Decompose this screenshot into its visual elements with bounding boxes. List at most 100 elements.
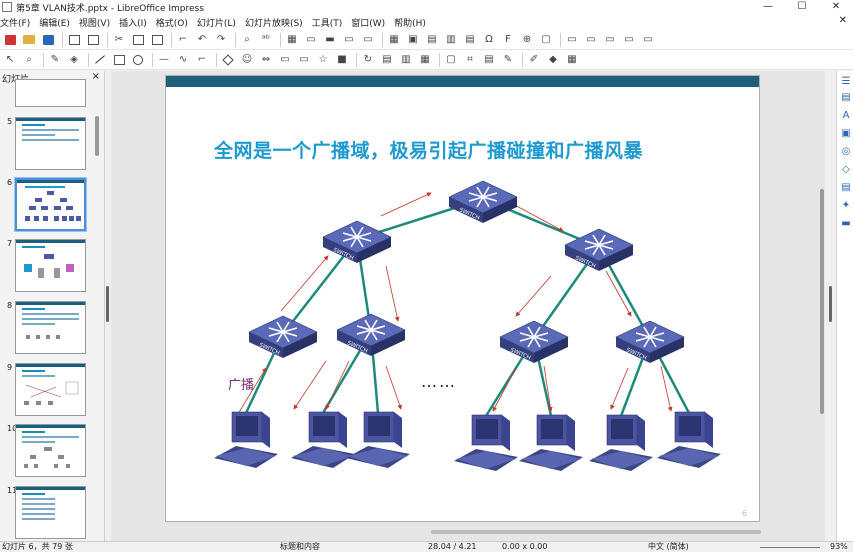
slide-thumbnail[interactable] bbox=[15, 424, 86, 477]
slide-thumbnail[interactable] bbox=[15, 239, 86, 292]
spelling-icon[interactable]: ᵃᵇ bbox=[258, 32, 274, 48]
slide-transition-icon[interactable]: ▭ bbox=[640, 32, 656, 48]
close-document-icon[interactable]: ✕ bbox=[839, 15, 847, 26]
gallery-icon[interactable]: ▣ bbox=[840, 127, 852, 139]
navigator-icon[interactable]: ◎ bbox=[840, 145, 852, 157]
line-color-icon[interactable]: ✎ bbox=[47, 52, 63, 68]
cut-icon[interactable]: ✂ bbox=[111, 32, 127, 48]
slide-transition-icon[interactable]: ▤ bbox=[840, 181, 852, 193]
chart-icon[interactable]: ▥ bbox=[443, 32, 459, 48]
slide-thumbnail[interactable] bbox=[15, 363, 86, 416]
export-pdf-icon[interactable] bbox=[66, 32, 82, 48]
splitter-grip[interactable] bbox=[106, 286, 109, 322]
select-icon[interactable]: ↖ bbox=[2, 52, 18, 68]
transformations-icon[interactable]: ✎ bbox=[500, 52, 516, 68]
rotate-icon[interactable]: ↻ bbox=[360, 52, 376, 68]
media-icon[interactable]: ▤ bbox=[424, 32, 440, 48]
menu-edit[interactable]: 编辑(E) bbox=[39, 16, 70, 29]
connectors-icon[interactable]: ⌐ bbox=[194, 52, 210, 68]
slide-thumbnail-row[interactable]: 11 bbox=[0, 486, 100, 541]
symbol-shapes-icon[interactable]: ☺ bbox=[239, 52, 255, 68]
ellipse-icon[interactable] bbox=[130, 52, 146, 68]
grid-icon[interactable]: ▦ bbox=[284, 32, 300, 48]
slide-thumbnail[interactable] bbox=[15, 486, 86, 539]
crop-icon[interactable]: ⌗ bbox=[462, 52, 478, 68]
image-icon[interactable]: ▣ bbox=[405, 32, 421, 48]
stars-icon[interactable]: ☆ bbox=[315, 52, 331, 68]
right-splitter[interactable] bbox=[828, 71, 834, 541]
copy-icon[interactable] bbox=[130, 32, 146, 48]
menu-help[interactable]: 帮助(H) bbox=[394, 16, 426, 29]
minimize-button[interactable]: — bbox=[751, 0, 785, 14]
align-icon[interactable]: ▤ bbox=[379, 52, 395, 68]
slide-thumbnail[interactable] bbox=[15, 301, 86, 354]
menu-insert[interactable]: 插入(I) bbox=[119, 16, 147, 29]
slide-thumbnail[interactable] bbox=[15, 117, 86, 170]
slide-canvas[interactable]: 全网是一个广播域，极易引起广播碰撞和广播风暴 SWITCH SWITCH SWITC… bbox=[166, 76, 759, 521]
new-slide-icon[interactable]: ▭ bbox=[583, 32, 599, 48]
distribute-icon[interactable]: ▦ bbox=[417, 52, 433, 68]
glue-points-icon[interactable]: ◆ bbox=[545, 52, 561, 68]
slide-thumbnail-row[interactable]: 8 bbox=[0, 301, 100, 357]
properties-icon[interactable]: ▤ bbox=[840, 91, 852, 103]
slide-layout-icon[interactable]: ▭ bbox=[564, 32, 580, 48]
start-first-slide-icon[interactable]: ▭ bbox=[341, 32, 357, 48]
menu-window[interactable]: 窗口(W) bbox=[351, 16, 385, 29]
menu-format[interactable]: 格式(O) bbox=[156, 16, 188, 29]
line-tool-icon[interactable] bbox=[92, 52, 108, 68]
slide-thumbnail-selected[interactable] bbox=[14, 177, 87, 232]
slide-thumbnail-row-selected[interactable]: 6 bbox=[0, 177, 100, 234]
slides-panel-scrollbar[interactable] bbox=[95, 116, 99, 156]
table-icon[interactable]: ▦ bbox=[386, 32, 402, 48]
slide-thumbnail-row[interactable]: 9 bbox=[0, 363, 100, 419]
special-char-icon[interactable]: Ω bbox=[481, 32, 497, 48]
vertical-scrollbar[interactable] bbox=[820, 189, 824, 414]
points-icon[interactable]: ✐ bbox=[526, 52, 542, 68]
master-slide-icon[interactable]: ▬ bbox=[322, 32, 338, 48]
slide-thumbnail[interactable] bbox=[15, 79, 86, 107]
arrange-icon[interactable]: ▥ bbox=[398, 52, 414, 68]
display-views-icon[interactable]: ▭ bbox=[303, 32, 319, 48]
horizontal-scrollbar[interactable] bbox=[431, 530, 761, 534]
hyperlink-icon[interactable]: ⊕ bbox=[519, 32, 535, 48]
delete-slide-icon[interactable]: ▭ bbox=[621, 32, 637, 48]
zoom-slider[interactable] bbox=[760, 547, 820, 548]
new-icon[interactable] bbox=[2, 32, 18, 48]
slide-thumbnail-row[interactable]: 5 bbox=[0, 117, 100, 173]
callouts-icon[interactable]: ▭ bbox=[296, 52, 312, 68]
shapes-icon[interactable]: ◇ bbox=[840, 163, 852, 175]
rectangle-icon[interactable] bbox=[111, 52, 127, 68]
slide-thumbnail-row[interactable]: 10 bbox=[0, 424, 100, 480]
sidebar-menu-icon[interactable]: ☰ bbox=[840, 75, 852, 87]
clone-format-icon[interactable]: ⌐ bbox=[175, 32, 191, 48]
master-slides-icon[interactable]: ▬ bbox=[840, 217, 852, 229]
paste-icon[interactable] bbox=[149, 32, 165, 48]
splitter-grip[interactable] bbox=[829, 286, 832, 322]
styles-icon[interactable]: A bbox=[840, 109, 852, 121]
save-icon[interactable] bbox=[40, 32, 56, 48]
animation-icon[interactable]: ✦ bbox=[840, 199, 852, 211]
menu-file[interactable]: 文件(F) bbox=[0, 16, 30, 29]
slide-thumbnail-row[interactable]: 7 bbox=[0, 239, 100, 295]
lines-arrows-icon[interactable]: — bbox=[156, 52, 172, 68]
start-current-slide-icon[interactable]: ▭ bbox=[360, 32, 376, 48]
print-icon[interactable] bbox=[85, 32, 101, 48]
textbox-icon[interactable]: ▤ bbox=[462, 32, 478, 48]
maximize-button[interactable]: ☐ bbox=[785, 0, 819, 14]
menu-tools[interactable]: 工具(T) bbox=[312, 16, 343, 29]
basic-shapes-icon[interactable] bbox=[220, 52, 236, 68]
find-replace-icon[interactable]: ⌕ bbox=[239, 32, 255, 48]
3d-objects-icon[interactable]: ■ bbox=[334, 52, 350, 68]
block-arrows-icon[interactable]: ⇔ bbox=[258, 52, 274, 68]
comment-icon[interactable]: ▢ bbox=[538, 32, 554, 48]
fontwork-icon[interactable]: F bbox=[500, 32, 516, 48]
menu-slide[interactable]: 幻灯片(L) bbox=[197, 16, 236, 29]
toggle-extrusion-icon[interactable]: ▦ bbox=[564, 52, 580, 68]
flowchart-icon[interactable]: ▭ bbox=[277, 52, 293, 68]
menu-view[interactable]: 视图(V) bbox=[79, 16, 110, 29]
fill-color-icon[interactable]: ◈ bbox=[66, 52, 82, 68]
duplicate-slide-icon[interactable]: ▭ bbox=[602, 32, 618, 48]
shadow-icon[interactable]: ▢ bbox=[443, 52, 459, 68]
open-icon[interactable] bbox=[21, 32, 37, 48]
redo-icon[interactable]: ↷ bbox=[213, 32, 229, 48]
